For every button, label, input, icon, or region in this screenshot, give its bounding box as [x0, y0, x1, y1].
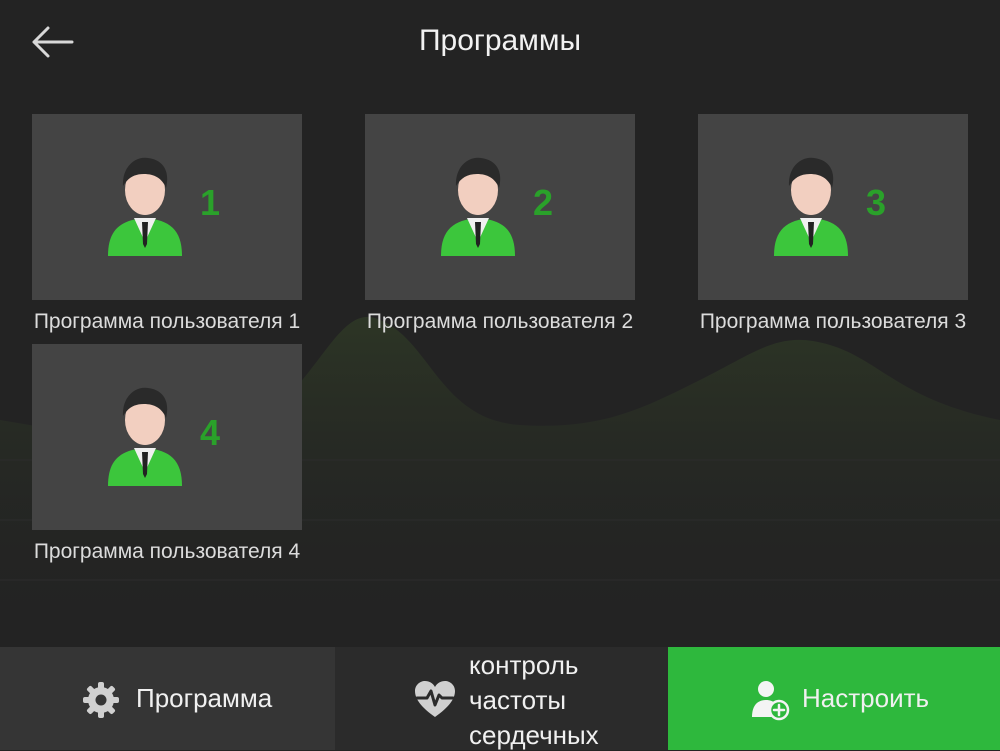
heart-rate-label-line3: сердечных [469, 720, 599, 750]
program-card-2[interactable]: 2 Программа пользователя 2 [333, 114, 667, 344]
program-label: Программа пользователя 3 [699, 310, 967, 333]
program-label: Программа пользователя 2 [366, 310, 634, 333]
setup-label: Настроить [802, 683, 930, 713]
setup-button[interactable]: Настроить [668, 647, 1000, 750]
gear-icon [83, 682, 119, 718]
user-avatar-icon [441, 157, 515, 256]
program-number: 2 [533, 182, 554, 223]
program-label: Программа пользователя 4 [33, 540, 301, 563]
user-avatar-icon [108, 387, 182, 486]
heart-pulse-icon [415, 681, 455, 717]
heart-rate-button[interactable]: контроль частоты сердечных [335, 647, 668, 750]
program-grid: 1 Программа пользователя 1 2 Программа п… [0, 0, 1000, 640]
user-add-icon [752, 681, 790, 721]
program-thumbnail: 3 [698, 114, 968, 300]
user-avatar-icon [108, 157, 182, 256]
user-avatar-icon [774, 157, 848, 256]
program-thumbnail: 2 [365, 114, 635, 300]
program-number: 3 [866, 182, 887, 223]
program-card-4[interactable]: 4 Программа пользователя 4 [0, 344, 334, 574]
program-thumbnail: 4 [32, 344, 302, 530]
program-card-3[interactable]: 3 Программа пользователя 3 [666, 114, 1000, 344]
program-tab-label: Программа [136, 683, 273, 713]
program-thumbnail: 1 [32, 114, 302, 300]
program-number: 1 [200, 182, 221, 223]
bottom-bar: Программа контроль частоты сердечных Нас… [0, 647, 1000, 750]
program-card-1[interactable]: 1 Программа пользователя 1 [0, 114, 334, 344]
heart-rate-label-line2: частоты [469, 685, 567, 715]
heart-rate-label-line1: контроль [469, 650, 579, 680]
program-label: Программа пользователя 1 [33, 310, 301, 333]
program-number: 4 [200, 412, 221, 453]
program-tab-button[interactable]: Программа [0, 647, 335, 750]
